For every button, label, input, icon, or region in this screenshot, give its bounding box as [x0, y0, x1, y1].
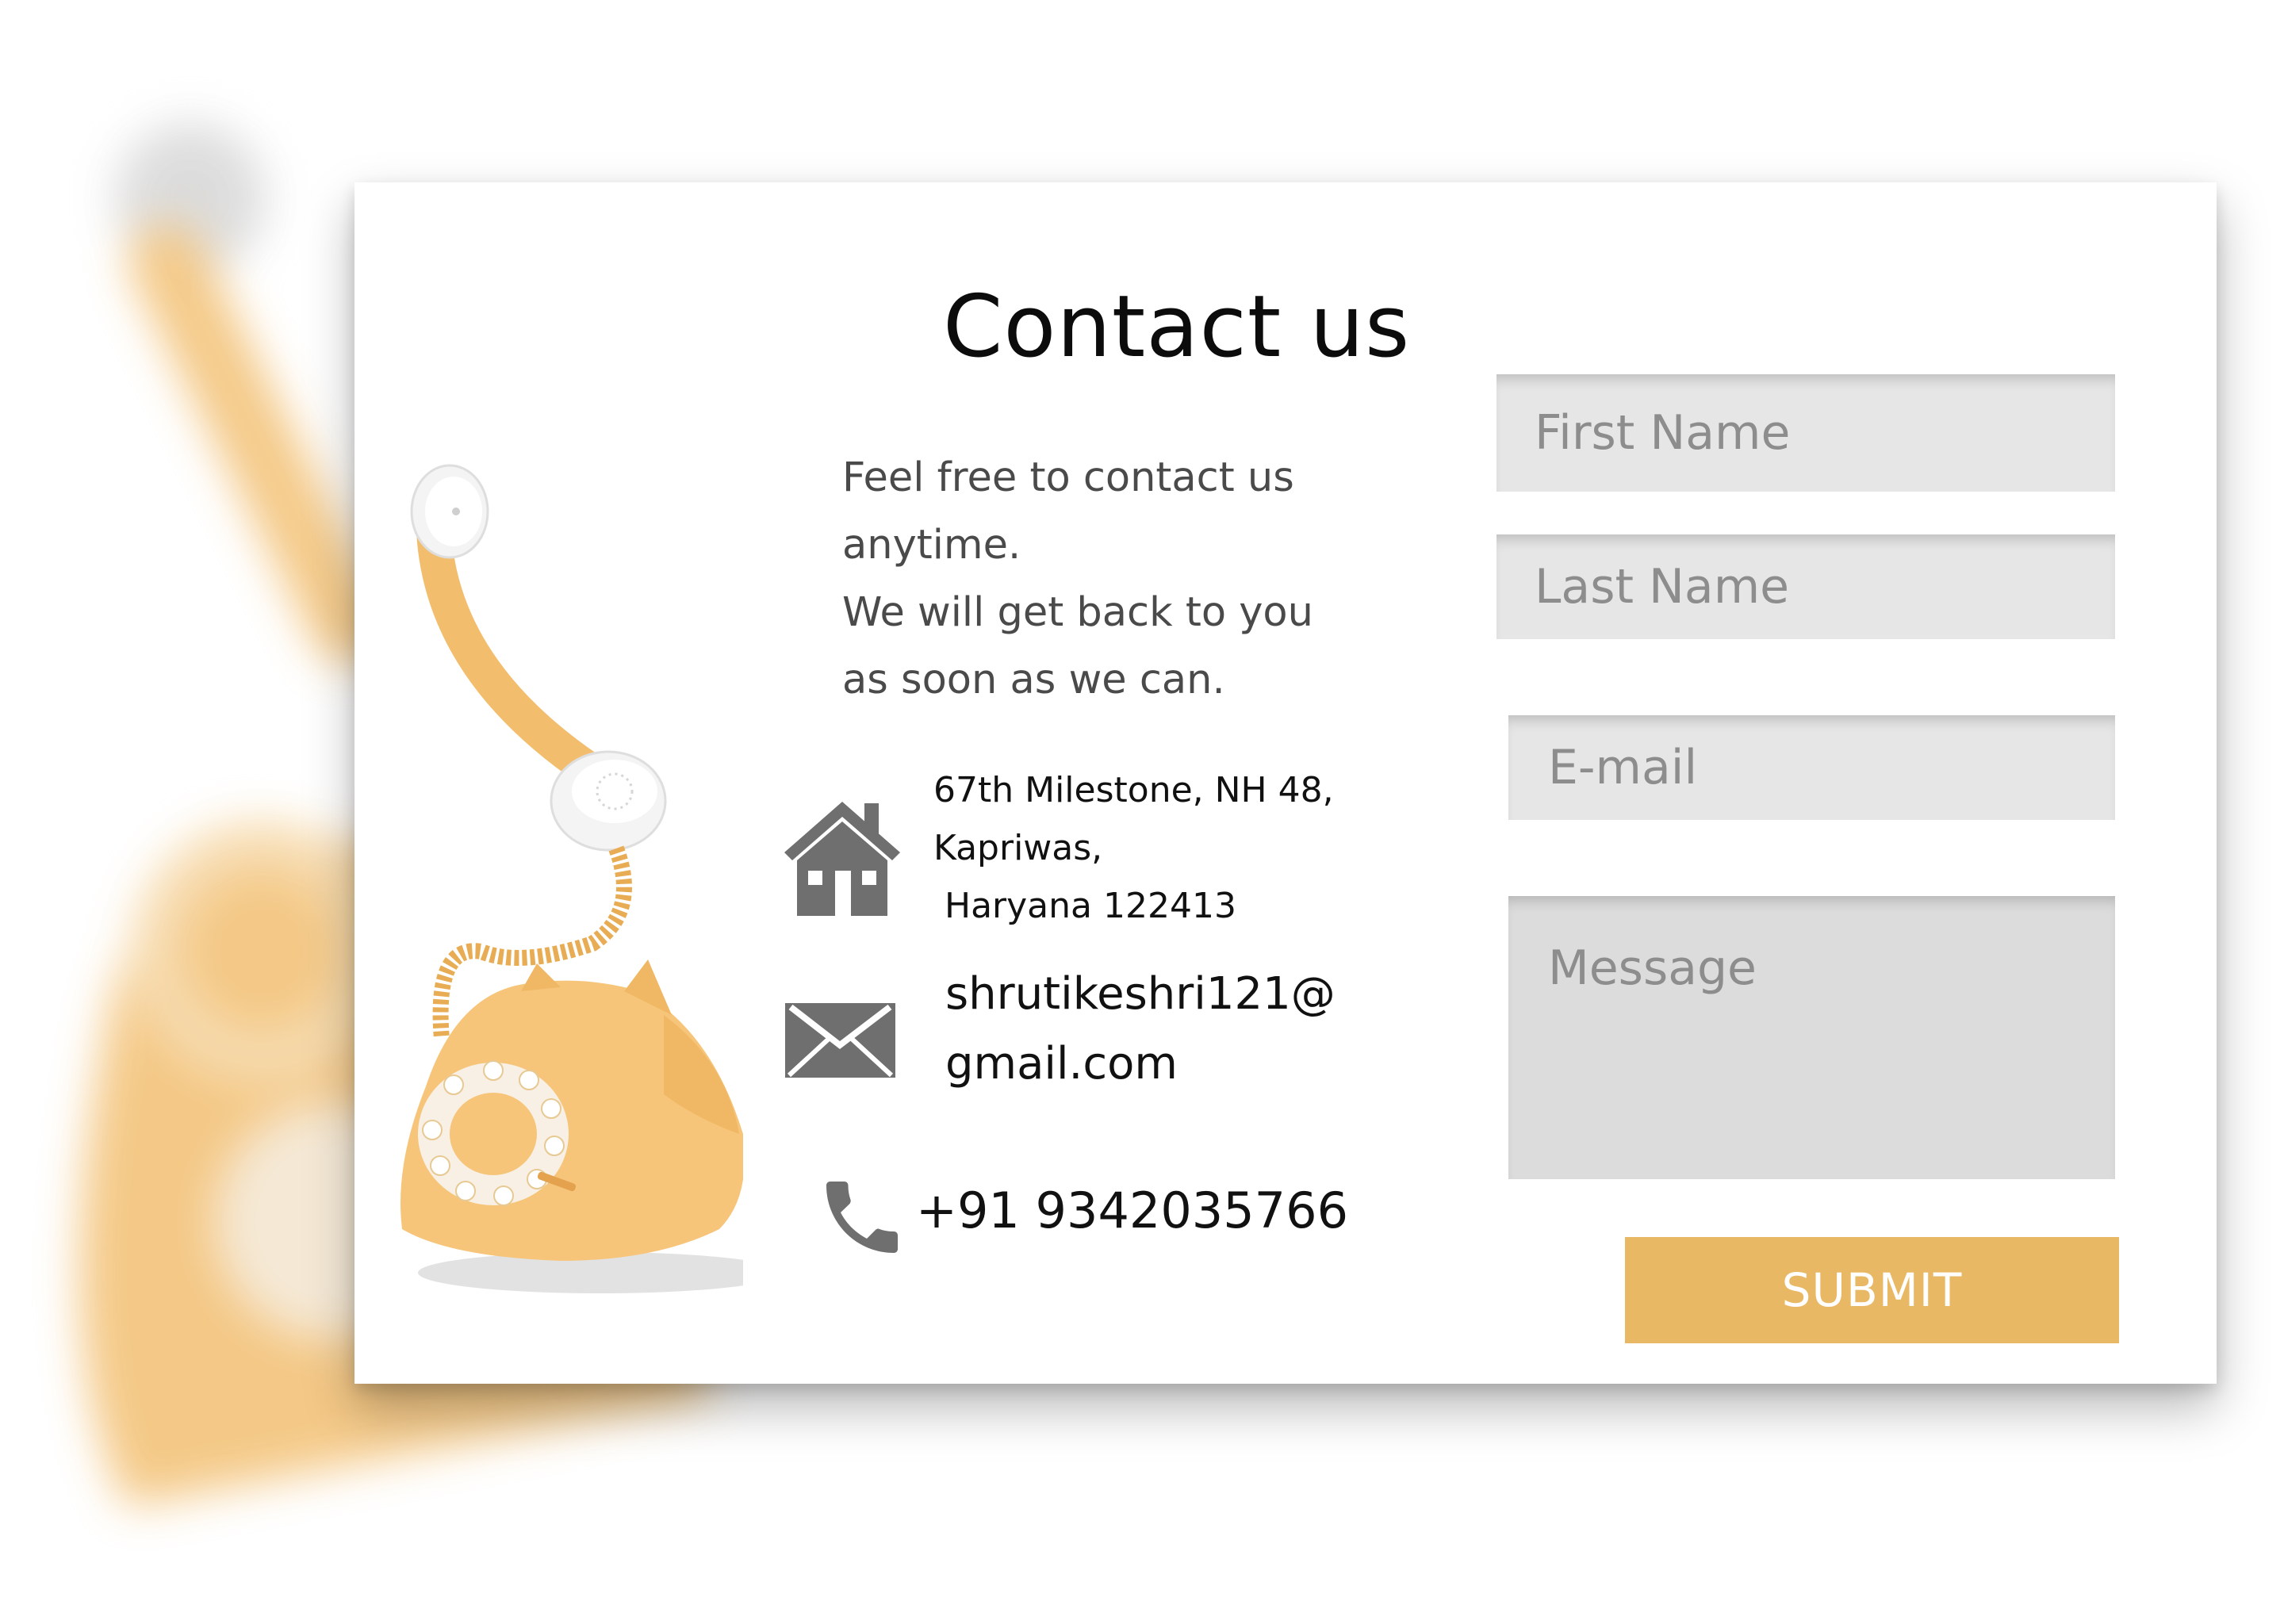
- contact-card: Contact us Feel free to contact us anyti…: [354, 182, 2217, 1384]
- intro-line: anytime.: [842, 522, 1021, 569]
- email-line: gmail.com: [945, 1038, 1178, 1090]
- address-line: Kapriwas,: [933, 828, 1103, 868]
- address: 67th Milestone, NH 48, Kapriwas, Haryana…: [933, 761, 1334, 935]
- telephone-illustration: [400, 464, 743, 1293]
- submit-button[interactable]: SUBMIT: [1625, 1237, 2119, 1343]
- envelope-icon: [785, 1003, 895, 1078]
- email-input[interactable]: [1508, 715, 2115, 820]
- last-name-input[interactable]: [1496, 534, 2115, 639]
- email-line: shrutikeshri121@: [945, 968, 1336, 1020]
- intro-line: Feel free to contact us: [842, 454, 1294, 501]
- page-title: Contact us: [943, 278, 1411, 377]
- message-textarea[interactable]: [1508, 896, 2115, 1179]
- home-icon: [784, 802, 900, 916]
- email-address: shrutikeshri121@ gmail.com: [945, 959, 1336, 1099]
- phone-number: +91 9342035766: [916, 1182, 1349, 1239]
- intro-text: Feel free to contact us anytime. We will…: [842, 444, 1413, 714]
- address-line: 67th Milestone, NH 48,: [933, 770, 1334, 810]
- address-line: Haryana 122413: [945, 886, 1236, 926]
- intro-line: as soon as we can.: [842, 657, 1225, 703]
- intro-line: We will get back to you: [842, 589, 1313, 636]
- page-stage: Contact us Feel free to contact us anyti…: [0, 0, 2284, 1624]
- phone-icon: [826, 1182, 898, 1253]
- first-name-input[interactable]: [1496, 374, 2115, 492]
